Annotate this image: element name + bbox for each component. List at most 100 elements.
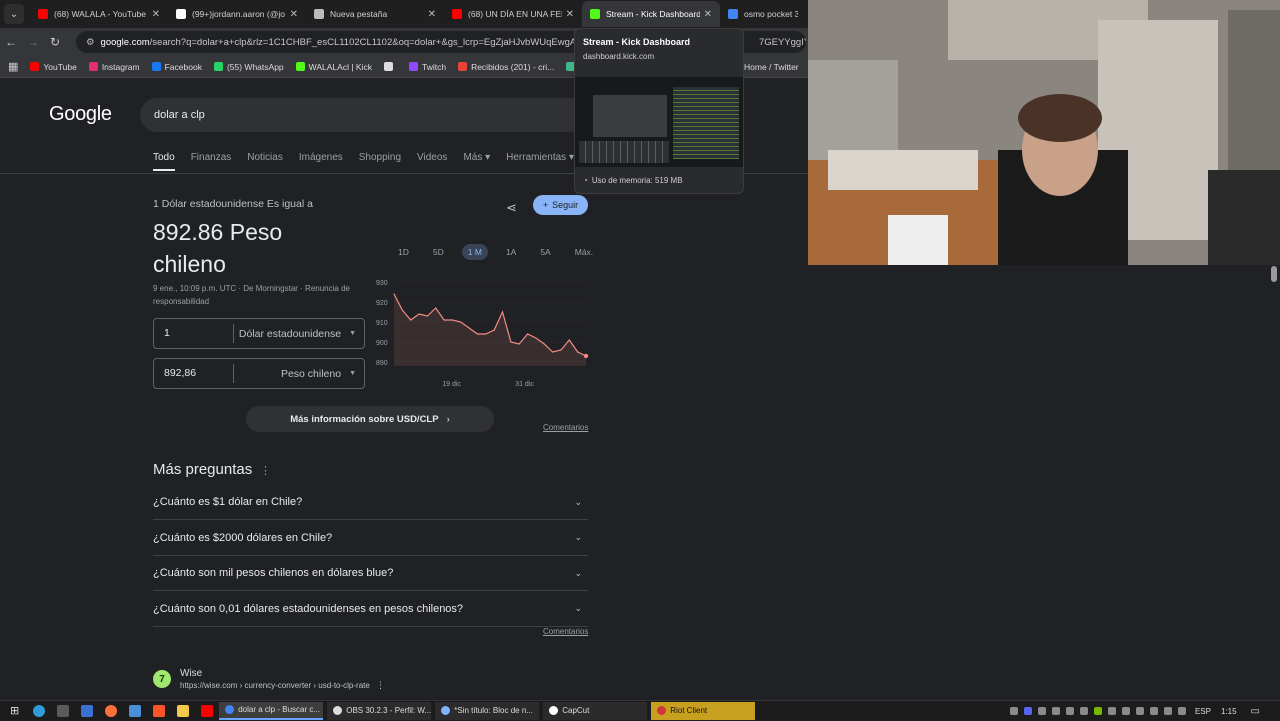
reload-icon[interactable]: ↻ <box>44 35 66 49</box>
tab-close-icon[interactable]: ✕ <box>152 9 160 20</box>
browser-tab[interactable]: Nueva pestaña ✕ <box>306 1 444 27</box>
result-options-icon[interactable]: ⋮ <box>376 680 385 691</box>
app-icon <box>333 706 343 715</box>
follow-button[interactable]: + Seguir <box>533 195 588 215</box>
range-option[interactable]: 1D <box>392 244 415 260</box>
search-input[interactable]: dolar a clp <box>140 98 580 132</box>
question-item[interactable]: ¿Cuánto son mil pesos chilenos en dólare… <box>153 556 588 591</box>
youtube-icon[interactable] <box>201 704 214 717</box>
search-tab[interactable]: Finanzas <box>191 152 232 171</box>
taskbar-app[interactable]: CapCut <box>543 701 648 720</box>
tray-icon[interactable] <box>1037 707 1046 715</box>
tray-icon[interactable] <box>1121 707 1130 715</box>
question-item[interactable]: ¿Cuánto son 0,01 dólares estadounidenses… <box>153 592 588 627</box>
url-domain: google.com <box>100 36 150 48</box>
start-icon[interactable]: ⊞ <box>10 704 19 717</box>
discord-icon[interactable] <box>1023 707 1032 715</box>
taskbar-app[interactable]: OBS 30.2.3 - Perfil: W... <box>327 701 432 720</box>
from-currency-select[interactable]: Dólar estadounidense <box>234 328 349 340</box>
range-option[interactable]: 5D <box>427 244 450 260</box>
search-tab[interactable]: Herramientas ▾ <box>506 152 574 171</box>
search-tab[interactable]: Todo <box>153 152 175 171</box>
forward-icon[interactable]: → <box>22 35 44 49</box>
tab-favicon-icon <box>176 9 186 19</box>
mic-icon[interactable] <box>1065 707 1074 715</box>
more-options-icon[interactable]: ⋮ <box>260 464 271 477</box>
network-icon[interactable] <box>1163 707 1172 715</box>
webcam-shelf <box>1228 10 1280 190</box>
range-option[interactable]: Máx. <box>569 244 599 260</box>
result-url[interactable]: https://wise.com › currency-converter › … <box>180 681 370 690</box>
search-tab[interactable]: Shopping <box>359 152 401 171</box>
tab-close-icon[interactable]: ✕ <box>566 9 574 20</box>
calculator-icon[interactable] <box>57 704 70 717</box>
question-item[interactable]: ¿Cuánto es $2000 dólares en Chile? ⌄ <box>153 521 588 556</box>
range-option[interactable]: 5A <box>534 244 556 260</box>
bookmark-twitter[interactable]: Home / Twitter <box>744 62 799 72</box>
to-amount-input[interactable]: 892,86 <box>154 364 234 383</box>
mail-icon[interactable] <box>81 704 94 717</box>
search-tab[interactable]: Noticias <box>247 152 283 171</box>
tab-close-icon[interactable]: ✕ <box>704 9 712 20</box>
nvidia-icon[interactable] <box>1093 707 1102 715</box>
notifications-icon[interactable]: ▭ <box>1251 706 1260 717</box>
bookmark-item[interactable]: Facebook <box>151 62 202 72</box>
taskbar-app[interactable]: *Sin título: Bloc de n... <box>435 701 540 720</box>
page-scrollbar[interactable] <box>1271 266 1277 282</box>
apps-grid-icon[interactable]: ▦ <box>8 60 18 73</box>
to-currency-field[interactable]: 892,86 Peso chileno ▼ <box>153 358 365 389</box>
range-option[interactable]: 1 M <box>461 244 488 260</box>
language-indicator[interactable]: ESP <box>1195 707 1211 716</box>
bookmark-item[interactable]: Recibidos (201) - cri... <box>458 62 554 72</box>
to-currency-select[interactable]: Peso chileno <box>234 368 349 380</box>
search-tab[interactable]: Videos <box>417 152 447 171</box>
browser-tab[interactable]: (99+)jordann.aaron (@jo ✕ <box>168 1 306 27</box>
result-site-name[interactable]: Wise <box>180 668 202 679</box>
taskbar-app[interactable]: Riot Client <box>651 701 756 720</box>
mail2-icon[interactable] <box>129 704 142 717</box>
feedback-link[interactable]: Comentarios <box>543 423 588 432</box>
tab-search-menu[interactable]: ⌄ <box>4 4 24 24</box>
search-tab[interactable]: Más ▾ <box>463 152 490 171</box>
tab-close-icon[interactable]: ✕ <box>290 9 298 20</box>
tray-icon[interactable] <box>1149 707 1158 715</box>
share-icon[interactable]: ⋖ <box>506 200 517 216</box>
question-text: ¿Cuánto es $1 dólar en Chile? <box>153 496 303 508</box>
range-option[interactable]: 1A <box>500 244 522 260</box>
firefox-icon[interactable] <box>105 704 118 717</box>
tab-close-icon[interactable]: ✕ <box>428 9 436 20</box>
chart-range-selector: 1D 5D 1 M 1A 5A Máx. <box>392 244 611 260</box>
bookmark-item[interactable]: (55) WhatsApp <box>213 62 284 72</box>
bookmark-item[interactable]: WALALAcl | Kick <box>295 62 372 72</box>
bookmark-label: Instagram <box>101 61 140 72</box>
tray-icon[interactable] <box>1009 707 1018 715</box>
tray-icon[interactable] <box>1051 707 1060 715</box>
questions-feedback-link[interactable]: Comentarios <box>543 627 588 636</box>
browser-tab[interactable]: (68) WALALA - YouTube ✕ <box>30 1 168 27</box>
from-currency-field[interactable]: 1 Dólar estadounidense ▼ <box>153 318 365 349</box>
browser-tab[interactable]: (68) UN DÍA EN UNA FER ✕ <box>444 1 582 27</box>
browser-tab[interactable]: Stream - Kick Dashboard ✕ <box>582 1 720 27</box>
brave-icon[interactable] <box>153 704 166 717</box>
clock[interactable]: 1:15 <box>1221 707 1237 716</box>
site-info-icon[interactable]: ⚙ <box>86 37 95 48</box>
more-info-button[interactable]: Más información sobre USD/CLP › <box>246 406 494 432</box>
search-tab[interactable]: Imágenes <box>299 152 343 171</box>
from-amount-input[interactable]: 1 <box>154 324 234 343</box>
bookmark-item[interactable] <box>383 62 397 72</box>
tab-favicon-icon <box>728 9 738 19</box>
bookmark-item[interactable]: Instagram <box>88 61 140 72</box>
folder-icon[interactable] <box>177 704 190 717</box>
tray-icon[interactable] <box>1107 707 1116 715</box>
edge-icon[interactable] <box>33 704 46 717</box>
bookmark-item[interactable]: YouTube <box>30 62 77 72</box>
question-item[interactable]: ¿Cuánto es $1 dólar en Chile? ⌄ <box>153 485 588 520</box>
browser-tab[interactable]: osmo pocket 3 - Bu <box>720 1 806 27</box>
volume-icon[interactable] <box>1177 707 1186 715</box>
taskbar-app[interactable]: dolar a clp - Buscar c... <box>219 701 324 720</box>
bookmark-item[interactable]: Twitch <box>408 62 446 72</box>
google-logo[interactable]: Google <box>49 103 112 126</box>
tray-icon[interactable] <box>1135 707 1144 715</box>
tray-icon[interactable] <box>1079 707 1088 715</box>
back-icon[interactable]: ← <box>0 35 22 49</box>
